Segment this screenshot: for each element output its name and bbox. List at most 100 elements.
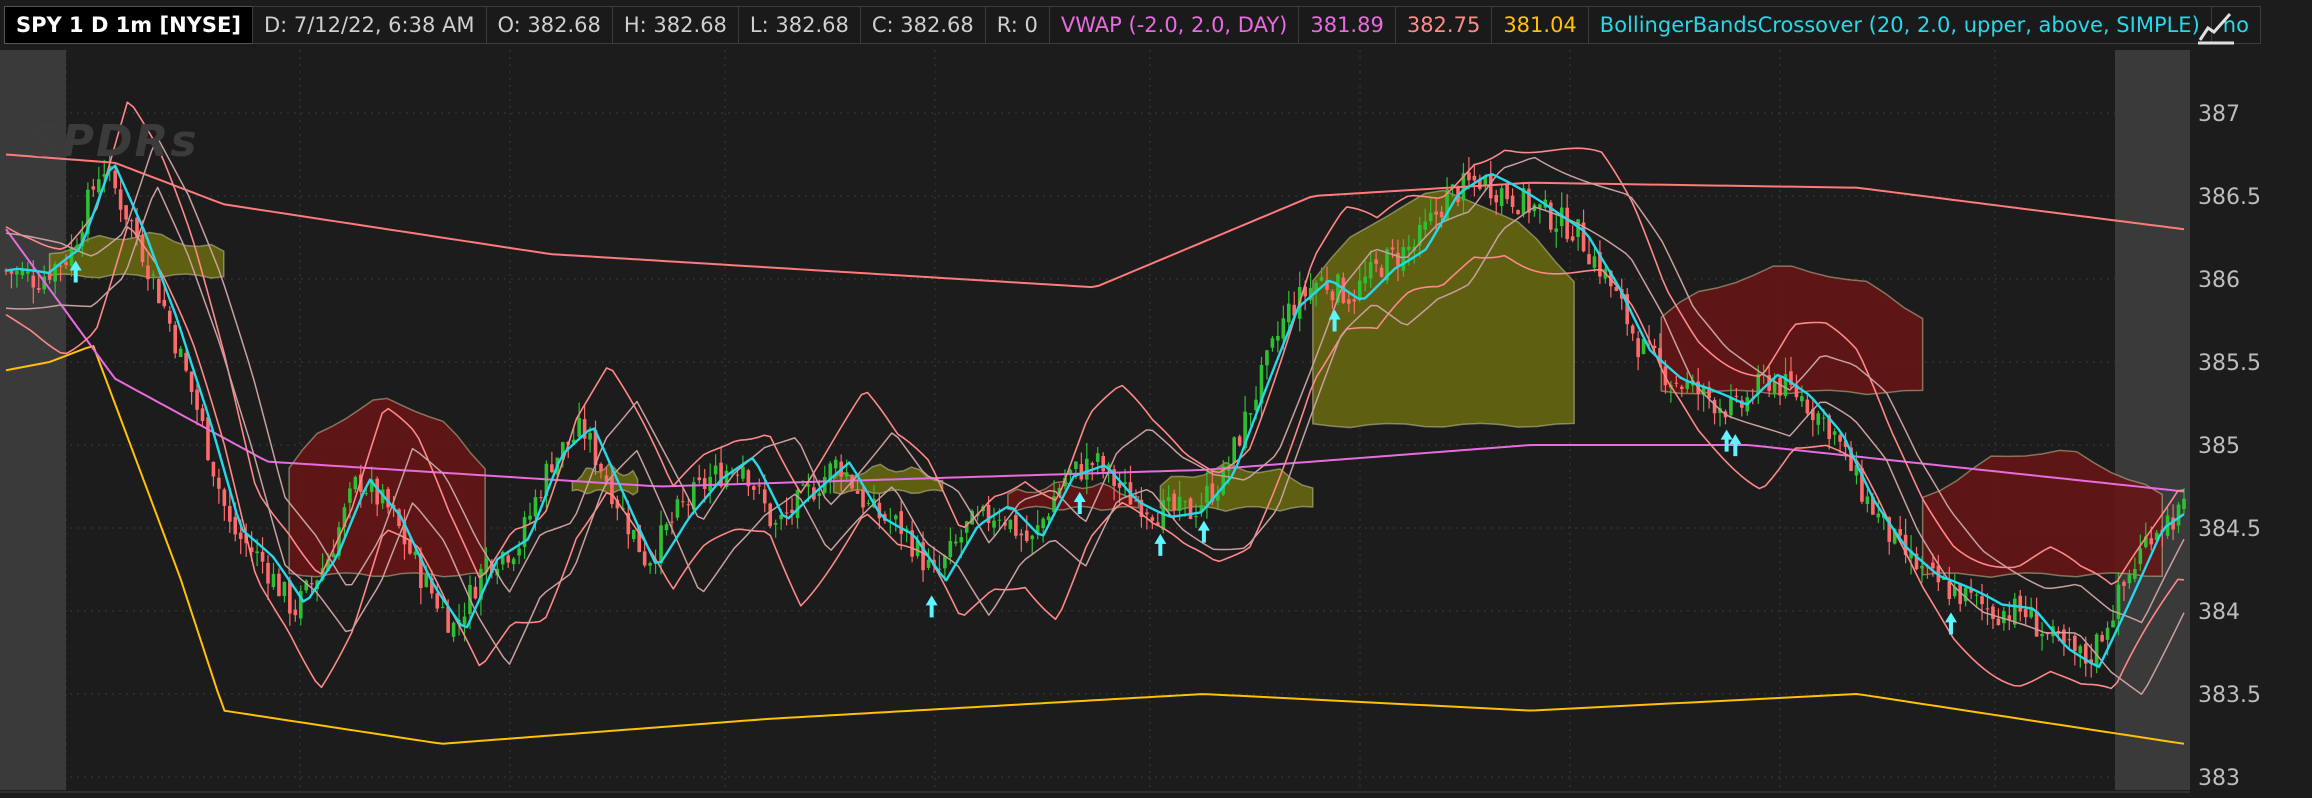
candle-body [408, 540, 412, 554]
candle-body [686, 504, 691, 506]
candle-body [184, 352, 188, 371]
y-tick-label: 385.5 [2198, 351, 2261, 376]
candle-body [577, 417, 581, 437]
candle-body [588, 433, 592, 440]
candle-body [1991, 606, 1995, 619]
candle-body [1865, 496, 1870, 504]
vwap-value: 381.89 [1298, 6, 1396, 44]
candle-body [2182, 498, 2186, 510]
candle-body [1516, 210, 1520, 215]
candle-body [1636, 338, 1640, 358]
candle-body [1985, 608, 1990, 610]
candle-body [200, 408, 205, 422]
candle-body [173, 325, 178, 354]
date-readout: D: 7/12/22, 6:38 AM [251, 6, 487, 44]
candle-body [1510, 195, 1515, 207]
vwap-study-label[interactable]: VWAP (-2.0, 2.0, DAY) [1048, 6, 1300, 44]
candle-body [2067, 639, 2072, 641]
candle-body [1401, 247, 1406, 271]
candle-body [211, 461, 216, 477]
open-readout: O: 382.68 [485, 6, 613, 44]
candle-body [1947, 581, 1952, 600]
y-tick-label: 384 [2198, 600, 2240, 625]
candle-body [1205, 485, 1209, 503]
candle-body [228, 505, 232, 522]
candle-body [1467, 172, 1471, 181]
chart-header: SPY 1 D 1m [NYSE] D: 7/12/22, 6:38 AM O:… [0, 0, 2261, 50]
candle-body [2138, 548, 2143, 565]
candle-body [157, 278, 161, 304]
candle-body [2127, 574, 2132, 584]
candle-body [2122, 581, 2126, 586]
candle-body [1008, 519, 1013, 530]
y-tick-label: 386.5 [2198, 185, 2261, 210]
candle-body [2100, 635, 2104, 642]
candle-body [1505, 184, 1509, 200]
candle-body [195, 389, 199, 410]
y-tick-label: 385 [2198, 434, 2240, 459]
candle-body [1357, 280, 1362, 299]
candle-body [277, 573, 281, 597]
candle-body [64, 262, 68, 266]
candle-body [1030, 535, 1035, 540]
candle-body [266, 562, 270, 584]
candle-body [539, 497, 543, 499]
candle-body [2040, 633, 2044, 637]
drawing-tool-icon[interactable] [2196, 10, 2236, 46]
candle-body [1101, 455, 1105, 472]
candle-body [795, 490, 800, 519]
candle-body [1188, 498, 1193, 519]
candle-body [893, 515, 898, 520]
candle-body [309, 583, 314, 585]
candle-body [1832, 431, 1837, 435]
candle-body [293, 609, 298, 616]
high-readout: H: 382.68 [611, 6, 739, 44]
candle-body [1390, 247, 1395, 250]
candle-body [222, 489, 227, 506]
candle-body [118, 189, 123, 210]
candle-body [855, 490, 860, 494]
candle-body [271, 573, 276, 588]
candle-body [140, 235, 145, 263]
afterhours-shade [2115, 50, 2190, 790]
candle-body [2018, 595, 2023, 612]
candle-body [424, 574, 429, 587]
bb-crossover-study-label[interactable]: BollingerBandsCrossover (20, 2.0, upper,… [1587, 6, 2212, 44]
candle-body [533, 497, 538, 517]
candle-body [866, 503, 871, 505]
candle-body [1319, 277, 1324, 281]
candle-body [1734, 395, 1739, 397]
candle-body [2078, 646, 2083, 654]
candle-body [2023, 608, 2028, 618]
candle-body [1270, 338, 1275, 348]
candle-body [1920, 565, 1924, 569]
candle-body [1630, 325, 1635, 334]
candle-body [1019, 533, 1024, 536]
candle-body [1123, 482, 1127, 484]
candle-body [1085, 458, 1089, 480]
candle-body [1494, 194, 1499, 203]
candle-body [1805, 399, 1810, 414]
candle-body [959, 537, 964, 543]
candle-body [1488, 175, 1493, 199]
candle-body [151, 274, 156, 276]
candle-body [1587, 254, 1591, 265]
candle-body [1816, 413, 1821, 425]
candle-body [353, 476, 358, 490]
candle-body [1374, 259, 1378, 264]
candle-body [1685, 381, 1690, 389]
candle-body [440, 606, 445, 608]
candle-body [757, 485, 762, 487]
candle-body [670, 521, 674, 523]
price-chart[interactable]: 387 386.5 386 385.5 385 384.5 384 383.5 383 [0, 0, 2312, 798]
candle-body [1499, 188, 1504, 207]
candle-body [255, 551, 259, 554]
candle-body [96, 179, 101, 193]
range-readout: R: 0 [984, 6, 1050, 44]
candle-body [2012, 598, 2017, 625]
symbol-label[interactable]: SPY 1 D 1m [NYSE] [4, 6, 253, 44]
vwap-lower-value: 381.04 [1491, 6, 1589, 44]
candle-body [899, 511, 904, 534]
candle-body [1368, 262, 1373, 279]
candle-body [1150, 517, 1155, 521]
